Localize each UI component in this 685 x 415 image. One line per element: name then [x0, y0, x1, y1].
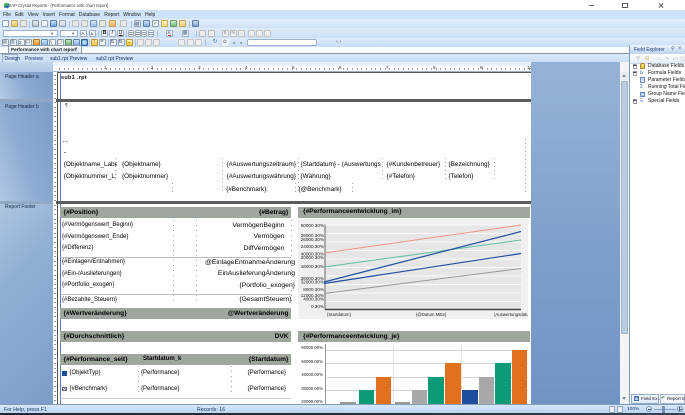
- svg-text:{@Datum Mitte}: {@Datum Mitte}: [416, 312, 447, 317]
- svg-text:20000.30%: 20000.30%: [301, 255, 324, 260]
- svg-text:4000.30%: 4000.30%: [303, 296, 324, 301]
- svg-text:8000.30%: 8000.30%: [303, 287, 324, 292]
- svg-text:{Startdatum}: {Startdatum}: [327, 312, 351, 317]
- svg-text:26000.30%: 26000.30%: [301, 237, 324, 242]
- svg-text:32000.30%: 32000.30%: [301, 279, 324, 284]
- svg-text:(Auswertungsdatum): (Auswertungsdatum): [494, 312, 528, 317]
- svg-text:24000.30%: 24000.30%: [301, 244, 324, 249]
- svg-text:0.30%: 0.30%: [311, 304, 324, 309]
- svg-text:50000.30%: 50000.30%: [301, 223, 324, 228]
- svg-text:16000.30%: 16000.30%: [301, 264, 324, 269]
